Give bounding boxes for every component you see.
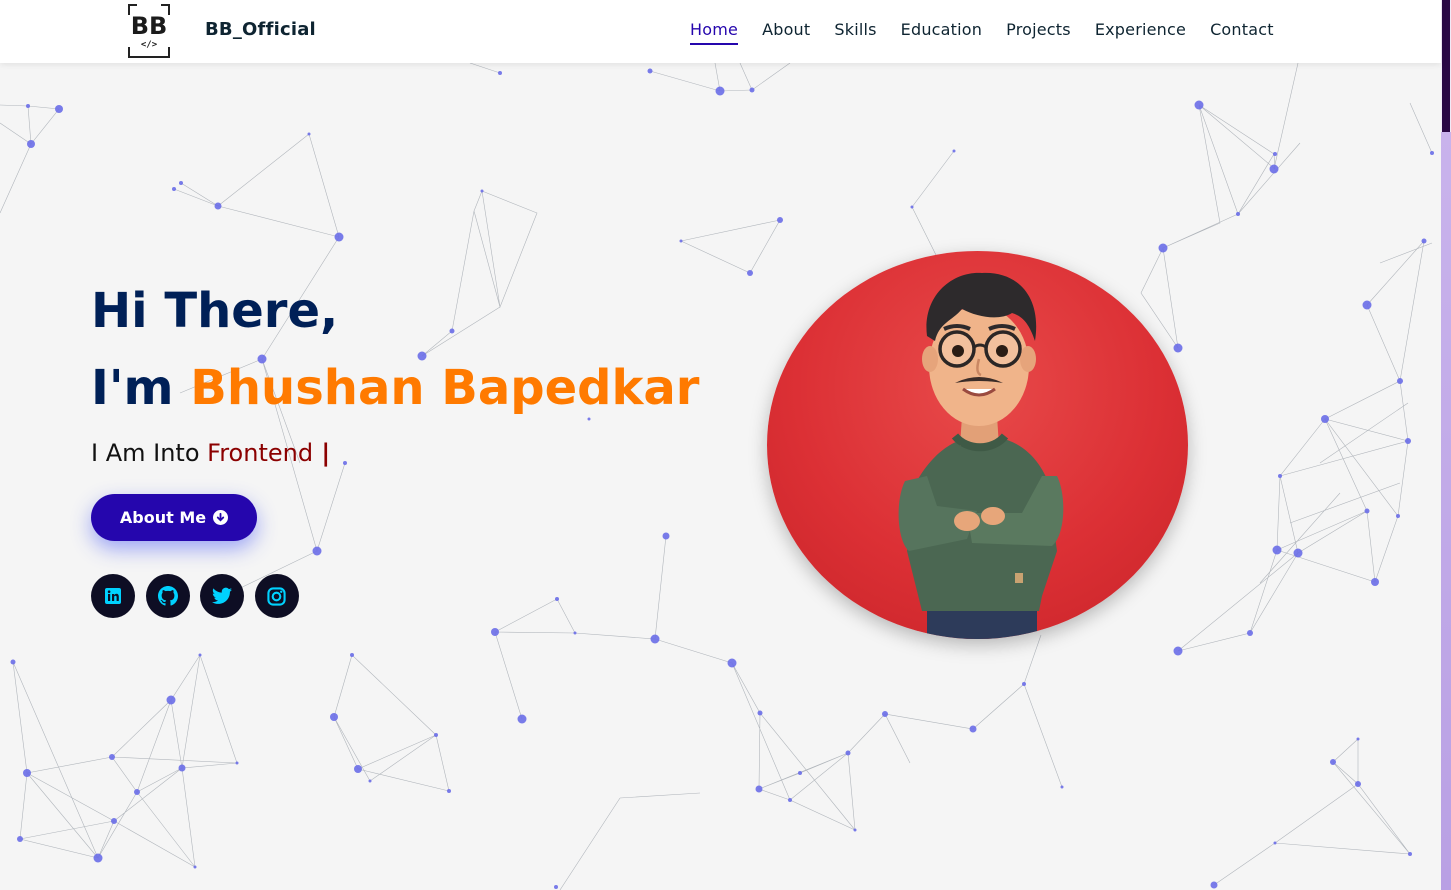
- github-icon: [157, 586, 178, 606]
- about-me-button[interactable]: About Me: [91, 494, 257, 541]
- nav-projects[interactable]: Projects: [1006, 20, 1071, 45]
- github-link[interactable]: [145, 574, 190, 618]
- hero-name: Bhushan Bapedkar: [190, 360, 700, 416]
- instagram-icon: [267, 586, 286, 606]
- twitter-link[interactable]: [200, 574, 244, 618]
- hero-greeting: Hi There,: [91, 283, 339, 339]
- instagram-link[interactable]: [254, 574, 299, 618]
- profile-avatar: [767, 251, 1188, 639]
- about-me-label: About Me: [119, 508, 207, 527]
- particles-background: [0, 63, 1434, 890]
- linkedin-icon: [105, 588, 121, 604]
- nav-skills[interactable]: Skills: [834, 20, 876, 45]
- scrollbar-thumb[interactable]: [1442, 0, 1450, 132]
- arrow-down-icon: [213, 510, 229, 525]
- nav-education[interactable]: Education: [901, 20, 982, 45]
- hero-intro-prefix: I'm: [91, 360, 191, 416]
- hero-subtitle: I Am Into Frontend |: [91, 439, 330, 467]
- avatar-background: [767, 251, 1188, 639]
- svg-text:</>: </>: [141, 40, 158, 50]
- logo-icon[interactable]: BB </>: [127, 3, 171, 59]
- nav-contact[interactable]: Contact: [1210, 20, 1274, 45]
- nav-experience[interactable]: Experience: [1095, 20, 1186, 45]
- site-header: BB </> BB_Official Home About Skills Edu…: [0, 0, 1441, 63]
- linkedin-link[interactable]: [91, 574, 135, 618]
- social-links: [91, 574, 309, 618]
- nav-about[interactable]: About: [762, 20, 810, 45]
- svg-text:BB: BB: [131, 12, 168, 40]
- hero-sub-prefix: I Am Into: [91, 439, 208, 467]
- hero-intro: I'm Bhushan Bapedkar: [91, 360, 699, 416]
- avatar-illustration: [898, 272, 1064, 639]
- typed-role: Frontend: [207, 439, 314, 467]
- scrollbar-gutter: [1441, 132, 1451, 890]
- twitter-icon: [212, 587, 232, 604]
- brand-name[interactable]: BB_Official: [205, 19, 316, 40]
- main-nav: Home About Skills Education Projects Exp…: [690, 20, 1298, 45]
- nav-home[interactable]: Home: [690, 20, 739, 45]
- typing-cursor: |: [313, 439, 331, 467]
